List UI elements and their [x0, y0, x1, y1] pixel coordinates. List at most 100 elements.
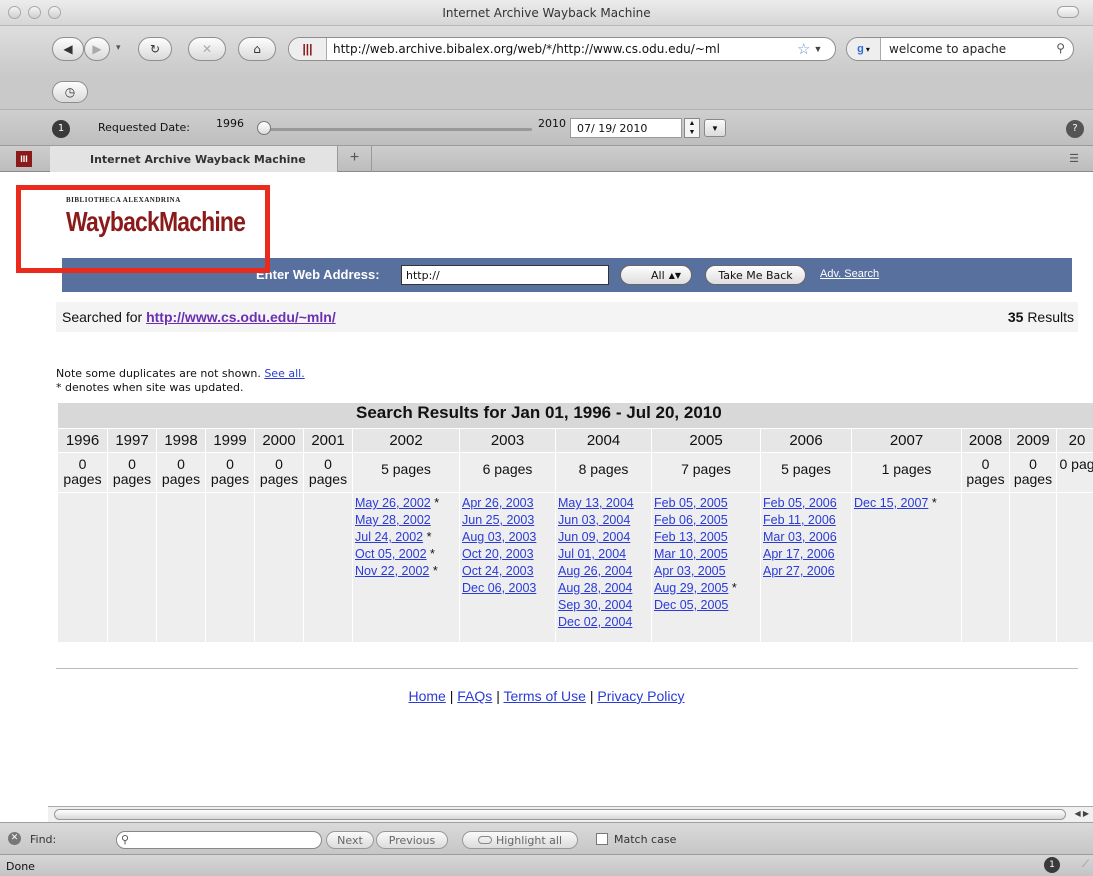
- window-titlebar: Internet Archive Wayback Machine: [0, 0, 1093, 26]
- search-input[interactable]: welcome to apache: [889, 42, 1006, 56]
- snapshot-item: Jul 01, 2004: [558, 546, 651, 563]
- tab-list-icon[interactable]: ☰: [1069, 152, 1079, 165]
- search-engine-icon[interactable]: g ▾: [847, 38, 881, 60]
- snapshot-link[interactable]: Feb 05, 2005: [654, 496, 728, 510]
- snapshot-link[interactable]: Jun 03, 2004: [558, 513, 630, 527]
- page-count: 0 pages: [303, 452, 353, 493]
- date-dropdown-button[interactable]: ▼: [704, 119, 726, 137]
- snapshot-link[interactable]: Oct 24, 2003: [462, 564, 534, 578]
- url-text[interactable]: http://web.archive.bibalex.org/web/*/htt…: [333, 42, 791, 56]
- updated-marker: *: [423, 530, 432, 544]
- help-icon[interactable]: ?: [1066, 120, 1084, 138]
- annotation-highlight-box: [16, 185, 270, 273]
- snapshot-link[interactable]: May 13, 2004: [558, 496, 634, 510]
- highlight-all-button[interactable]: Highlight all: [462, 831, 578, 849]
- year-links-cell: Dec 15, 2007 *: [851, 492, 962, 643]
- footer-home-link[interactable]: Home: [409, 688, 446, 704]
- magnifier-icon[interactable]: ⚲: [1056, 41, 1065, 55]
- snapshot-link[interactable]: Feb 06, 2005: [654, 513, 728, 527]
- snapshot-link[interactable]: Dec 06, 2003: [462, 581, 536, 595]
- horizontal-scrollbar-thumb[interactable]: [54, 809, 1066, 820]
- page-content: BIBLIOTHECA ALEXANDRINA WaybackMachine E…: [0, 172, 1093, 806]
- history-button[interactable]: ◷: [52, 81, 88, 103]
- tab-favicon-icon: III: [16, 151, 32, 167]
- date-stepper[interactable]: ▲ ▼: [684, 118, 700, 138]
- snapshot-link[interactable]: Dec 05, 2005: [654, 598, 728, 612]
- snapshot-link[interactable]: Feb 13, 2005: [654, 530, 728, 544]
- snapshot-link[interactable]: Oct 20, 2003: [462, 547, 534, 561]
- footer-terms-link[interactable]: Terms of Use: [503, 688, 585, 704]
- see-all-link[interactable]: See all.: [264, 367, 304, 380]
- find-previous-button[interactable]: Previous: [376, 831, 448, 849]
- find-label: Find:: [30, 833, 57, 846]
- find-input[interactable]: ⚲: [116, 831, 322, 849]
- snapshot-link[interactable]: Apr 27, 2006: [763, 564, 835, 578]
- snapshot-link[interactable]: Feb 11, 2006: [763, 513, 836, 527]
- snapshot-link[interactable]: Dec 02, 2004: [558, 615, 632, 629]
- wayback-toolbar-icon[interactable]: 1: [52, 120, 70, 138]
- footer-privacy-link[interactable]: Privacy Policy: [597, 688, 684, 704]
- snapshot-link[interactable]: May 26, 2002: [355, 496, 431, 510]
- date-input[interactable]: 07/ 19/ 2010: [570, 118, 682, 138]
- snapshot-link[interactable]: Aug 03, 2003: [462, 530, 536, 544]
- snapshot-item: May 13, 2004: [558, 495, 651, 512]
- toolbar-toggle-button[interactable]: [1057, 6, 1079, 18]
- snapshot-link[interactable]: Mar 03, 2006: [763, 530, 837, 544]
- address-bar[interactable]: ||| http://web.archive.bibalex.org/web/*…: [288, 37, 836, 61]
- history-dropdown-icon[interactable]: ▾: [116, 42, 121, 53]
- snapshot-link[interactable]: Dec 15, 2007: [854, 496, 928, 510]
- take-me-back-button[interactable]: Take Me Back: [705, 265, 806, 285]
- snapshot-link[interactable]: May 28, 2002: [355, 513, 431, 527]
- match-case-checkbox[interactable]: [596, 833, 608, 845]
- date-slider-thumb[interactable]: [257, 121, 271, 135]
- note-line-1: Note some duplicates are not shown.: [56, 367, 261, 380]
- web-address-input[interactable]: http://: [401, 265, 609, 285]
- new-tab-button[interactable]: +: [338, 146, 372, 172]
- snapshot-link[interactable]: Feb 05, 2006: [763, 496, 837, 510]
- snapshot-link[interactable]: Apr 26, 2003: [462, 496, 534, 510]
- stop-button[interactable]: ✕: [188, 37, 226, 61]
- page-count: 7 pages: [651, 452, 761, 493]
- advanced-search-link[interactable]: Adv. Search: [820, 268, 879, 280]
- snapshot-item: Nov 22, 2002 *: [355, 563, 459, 580]
- snapshot-link[interactable]: Mar 10, 2005: [654, 547, 728, 561]
- back-button[interactable]: ◀: [52, 37, 84, 61]
- year-links-cell: [303, 492, 353, 643]
- snapshot-link[interactable]: Nov 22, 2002: [355, 564, 429, 578]
- snapshot-link[interactable]: Apr 17, 2006: [763, 547, 835, 561]
- date-range-select[interactable]: All ▲▼: [620, 265, 692, 285]
- scroll-arrows-icon[interactable]: ◀ ▶: [1074, 809, 1089, 818]
- snapshot-link[interactable]: Aug 26, 2004: [558, 564, 632, 578]
- reload-button[interactable]: ↻: [138, 37, 172, 61]
- close-find-bar-icon[interactable]: ✕: [8, 832, 21, 845]
- home-button[interactable]: ⌂: [238, 37, 276, 61]
- snapshot-link[interactable]: Jul 01, 2004: [558, 547, 626, 561]
- url-dropdown-icon[interactable]: ▼: [813, 44, 822, 54]
- snapshot-link[interactable]: Oct 05, 2002: [355, 547, 427, 561]
- status-text: Done: [6, 860, 35, 873]
- snapshot-link[interactable]: Jun 25, 2003: [462, 513, 534, 527]
- resize-grip-icon[interactable]: ⟋: [1082, 859, 1089, 870]
- find-next-button[interactable]: Next: [326, 831, 374, 849]
- updated-marker: *: [430, 496, 440, 510]
- snapshot-link[interactable]: Jun 09, 2004: [558, 530, 630, 544]
- footer-faqs-link[interactable]: FAQs: [457, 688, 492, 704]
- snapshot-item: Apr 17, 2006: [763, 546, 851, 563]
- bookmark-star-icon[interactable]: ☆: [797, 40, 810, 58]
- snapshot-link[interactable]: Sep 30, 2004: [558, 598, 632, 612]
- page-count: 5 pages: [760, 452, 852, 493]
- horizontal-scrollbar[interactable]: ◀ ▶: [48, 806, 1093, 822]
- snapshot-link[interactable]: Aug 29, 2005: [654, 581, 728, 595]
- date-slider-track[interactable]: [260, 128, 532, 131]
- search-bar[interactable]: g ▾ welcome to apache ⚲: [846, 37, 1074, 61]
- searched-url-link[interactable]: http://www.cs.odu.edu/~mln/: [146, 309, 336, 325]
- forward-button[interactable]: ▶: [84, 37, 110, 61]
- year-links-cell: Apr 26, 2003 Jun 25, 2003 Aug 03, 2003 Oct …: [459, 492, 556, 643]
- wayback-status-icon[interactable]: 1: [1044, 857, 1060, 873]
- snapshot-link[interactable]: Jul 24, 2002: [355, 530, 423, 544]
- year-header: 2000: [254, 428, 304, 453]
- page-count: 6 pages: [459, 452, 556, 493]
- tab-wayback[interactable]: III Internet Archive Wayback Machine: [16, 146, 338, 172]
- snapshot-link[interactable]: Aug 28, 2004: [558, 581, 632, 595]
- snapshot-link[interactable]: Apr 03, 2005: [654, 564, 726, 578]
